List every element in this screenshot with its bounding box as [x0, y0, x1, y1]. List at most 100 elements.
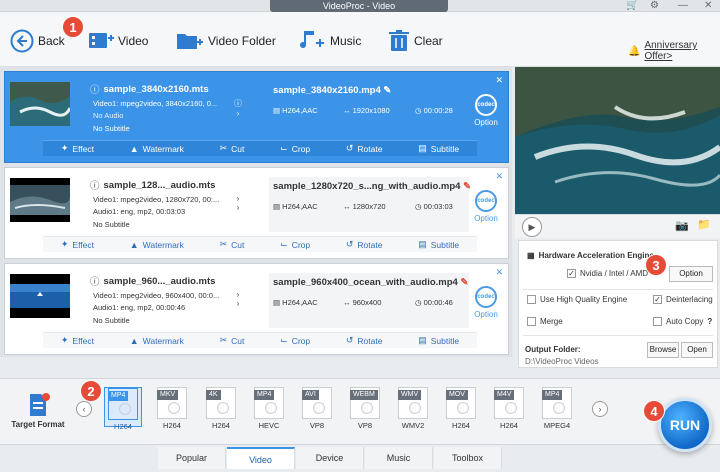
scroll-left-button[interactable]: ‹ [76, 401, 92, 417]
close-icon[interactable]: ✕ [704, 0, 712, 12]
high-quality-checkbox[interactable]: Use High Quality Engine [527, 295, 627, 304]
file-item[interactable]: ⓘ sample_128..._audio.mts Video1: mpeg2vi… [4, 167, 509, 259]
auto-copy-checkbox[interactable]: Auto Copy? [653, 317, 712, 326]
step-badge-1: 1 [62, 16, 84, 38]
tab-music[interactable]: Music [365, 447, 433, 469]
output-codec: ▤ H264,AAC [273, 106, 318, 115]
codec-option-button[interactable]: codec Option [474, 286, 498, 326]
remove-item-icon[interactable]: ✕ [495, 267, 503, 278]
minimize-icon[interactable]: — [678, 0, 688, 12]
gear-icon[interactable]: ⚙ [650, 0, 659, 12]
help-icon[interactable]: ? [707, 317, 712, 326]
target-format-button[interactable]: Target Format [8, 392, 68, 436]
format-item[interactable]: WMV WMV2 [394, 387, 432, 430]
info-icon[interactable]: ⓘ [90, 178, 100, 192]
audio-track[interactable]: Audio1: eng, mp2, 00:00:46 [93, 303, 185, 312]
video-track[interactable]: Video1: mpeg2video, 960x400, 00:0... [93, 291, 219, 300]
source-file-name: ⓘ sample_128..._audio.mts [90, 178, 216, 193]
edit-toolbar: ✦ Effect ▲ Watermark ✂ Cut ⌙ Crop ↺ Rotate ▤ S… [43, 236, 477, 252]
deinterlacing-checkbox[interactable]: ✓ Deinterlacing [653, 295, 713, 304]
watermark-button[interactable]: ▲ Watermark [130, 240, 184, 250]
subtitle-button[interactable]: ▤ Subtitle [418, 239, 459, 250]
tab-device[interactable]: Device [296, 447, 364, 469]
file-item[interactable]: ⓘ sample_960..._audio.mts Video1: mpeg2vi… [4, 263, 509, 355]
subtitle-track[interactable]: No Subtitle [93, 316, 130, 325]
file-item[interactable]: ⓘ sample_3840x2160.mts Video1: mpeg2video… [4, 71, 509, 163]
effect-button[interactable]: ✦ Effect [61, 143, 94, 154]
effect-button[interactable]: ✦ Effect [61, 239, 94, 250]
clear-button[interactable]: Clear [388, 28, 443, 54]
video-track[interactable]: Video1: mpeg2video, 3840x2160, 0... [93, 99, 217, 108]
audio-track[interactable]: No Audio [93, 111, 123, 120]
format-item[interactable]: MOV H264 [442, 387, 480, 430]
output-duration: ◷ 00:03:03 [415, 202, 453, 211]
tab-toolbox[interactable]: Toolbox [434, 447, 502, 469]
crop-button[interactable]: ⌙ Crop [280, 239, 310, 250]
add-music-button[interactable]: Music [298, 28, 361, 54]
cut-button[interactable]: ✂ Cut [220, 143, 245, 154]
format-item[interactable]: M4V H264 [490, 387, 528, 430]
hw-vendor-checkbox[interactable]: ✓ Nvidia / Intel / AMD [567, 269, 648, 278]
camera-icon[interactable]: 📷 [675, 219, 689, 232]
track-info-icon[interactable]: › › [228, 194, 248, 224]
effect-button[interactable]: ✦ Effect [61, 335, 94, 346]
browse-button[interactable]: Browse [647, 342, 679, 358]
codec-option-button[interactable]: codec Option [474, 94, 498, 134]
subtitle-button[interactable]: ▤ Subtitle [418, 143, 459, 154]
output-file-name[interactable]: sample_3840x2160.mp4 ✎ [273, 85, 391, 96]
tab-popular[interactable]: Popular [158, 447, 226, 469]
rotate-button[interactable]: ↺ Rotate [346, 143, 383, 154]
watermark-button[interactable]: ▲ Watermark [130, 336, 184, 346]
merge-checkbox[interactable]: Merge [527, 317, 563, 326]
scroll-right-button[interactable]: › [592, 401, 608, 417]
pencil-icon[interactable]: ✎ [383, 85, 391, 96]
video-thumbnail [10, 82, 70, 126]
pencil-icon[interactable]: ✎ [460, 277, 468, 288]
pencil-icon[interactable]: ✎ [463, 181, 471, 192]
output-file-name[interactable]: sample_960x400_ocean_with_audio.mp4 ✎ [273, 277, 468, 288]
track-info-icon[interactable]: ⓘ › [228, 98, 248, 128]
format-item[interactable]: WEBM VP8 [346, 387, 384, 430]
cut-button[interactable]: ✂ Cut [220, 239, 245, 250]
back-button[interactable]: Back [10, 28, 65, 54]
remove-item-icon[interactable]: ✕ [495, 75, 503, 86]
video-track[interactable]: Video1: mpeg2video, 1280x720, 00:... [93, 195, 219, 204]
codec-option-button[interactable]: codec Option [474, 190, 498, 230]
subtitle-button[interactable]: ▤ Subtitle [418, 335, 459, 346]
format-item[interactable]: AVI VP8 [298, 387, 336, 430]
open-folder-button[interactable]: Open [681, 342, 713, 358]
cut-button[interactable]: ✂ Cut [220, 335, 245, 346]
add-video-folder-button[interactable]: Video Folder [176, 28, 276, 54]
info-icon[interactable]: ⓘ [90, 274, 100, 288]
output-settings: sample_960x400_ocean_with_audio.mp4 ✎ ▤ … [269, 273, 469, 328]
crop-button[interactable]: ⌙ Crop [280, 335, 310, 346]
wand-icon: ✦ [60, 239, 69, 249]
run-button[interactable]: RUN [658, 398, 712, 452]
track-info-icon[interactable]: › › [228, 290, 248, 320]
audio-track[interactable]: Audio1: eng, mp2, 00:03:03 [93, 207, 185, 216]
add-video-button[interactable]: Video [88, 28, 148, 54]
rotate-button[interactable]: ↺ Rotate [346, 335, 383, 346]
format-item[interactable]: MP4 HEVC [250, 387, 288, 430]
play-button[interactable]: ▶ [522, 217, 542, 237]
hw-option-button[interactable]: Option [669, 266, 713, 282]
format-item[interactable]: MKV H264 [153, 387, 191, 430]
format-item[interactable]: 4K H264 [202, 387, 240, 430]
format-item[interactable]: MP4 MPEG4 [538, 387, 576, 430]
format-item[interactable]: MP4 H264 [104, 387, 142, 431]
rotate-button[interactable]: ↺ Rotate [346, 239, 383, 250]
cart-icon[interactable]: 🛒 [626, 0, 638, 12]
video-preview[interactable] [515, 67, 720, 237]
file-list: ⓘ sample_3840x2160.mts Video1: mpeg2video… [0, 67, 512, 357]
folder-icon[interactable]: 📁 [697, 218, 711, 231]
codec-gear-icon: codec [475, 190, 497, 212]
info-icon[interactable]: ⓘ [90, 82, 100, 96]
subtitle-track[interactable]: No Subtitle [93, 220, 130, 229]
crop-button[interactable]: ⌙ Crop [280, 143, 310, 154]
remove-item-icon[interactable]: ✕ [495, 171, 503, 182]
subtitle-track[interactable]: No Subtitle [93, 124, 130, 133]
tab-video[interactable]: Video [227, 447, 295, 469]
anniversary-offer-link[interactable]: 🔔 Anniversary Offer> [628, 40, 720, 62]
watermark-button[interactable]: ▲ Watermark [130, 144, 184, 154]
output-file-name[interactable]: sample_1280x720_s...ng_with_audio.mp4 ✎ [273, 181, 471, 192]
